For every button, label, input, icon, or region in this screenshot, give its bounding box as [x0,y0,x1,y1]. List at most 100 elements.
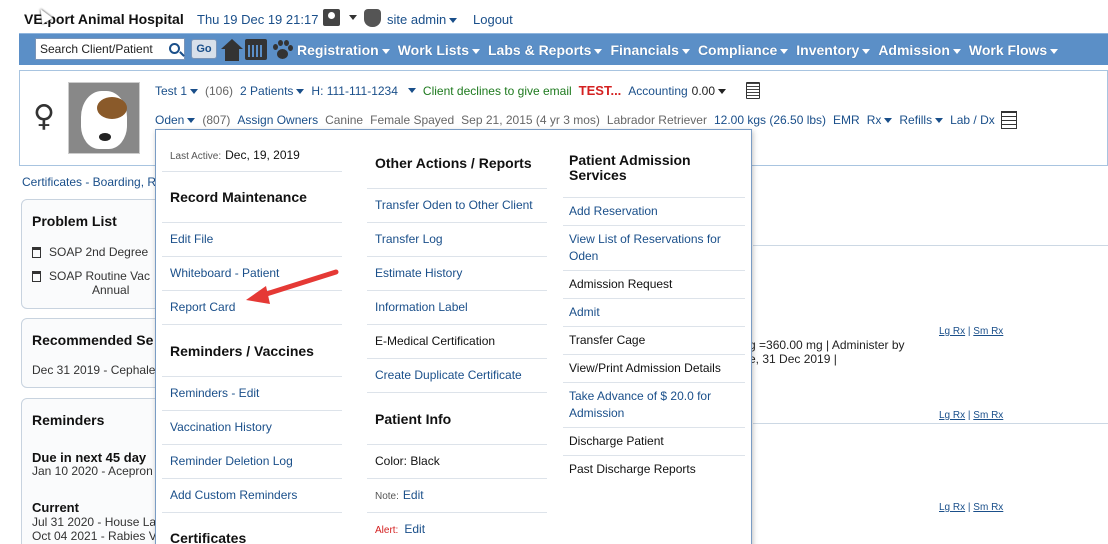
recommended-title: Recommended Se [32,332,154,348]
e-medical-certification-link[interactable]: E-Medical Certification [375,334,495,348]
sm-rx-link[interactable]: Sm Rx [973,410,1003,421]
patient-note: Note: Edit [375,488,424,502]
take-advance-link[interactable]: Admission [569,406,624,420]
edit-alert-link[interactable]: Edit [404,522,425,536]
last-active-label: Last Active: [170,151,222,162]
nav-label: Work Lists [397,42,469,58]
chevron-down-icon[interactable] [349,15,357,20]
chevron-down-icon [681,48,690,54]
logout-link[interactable]: Logout [473,12,513,27]
chevron-down-icon [187,118,196,124]
search-icon[interactable] [169,43,180,54]
sm-rx-link[interactable]: Sm Rx [973,502,1003,513]
divider [367,188,547,189]
problem-item[interactable]: SOAP Routine Vac [32,269,150,283]
emr-link[interactable]: EMR [833,113,860,127]
assign-owners-link[interactable]: Assign Owners [237,113,318,127]
home-icon[interactable] [221,39,243,61]
nav-inventory[interactable]: Inventory [796,42,871,58]
nav-work-lists[interactable]: Work Lists [398,42,480,58]
client-info-row: Test 1 (106) 2 Patients H: 111-111-1234 … [155,82,761,99]
lg-rx-link[interactable]: Lg Rx [939,502,965,513]
nav-registration[interactable]: Registration [297,42,390,58]
chevron-down-icon [780,48,789,54]
user-icon[interactable] [323,9,340,26]
patient-id: (807) [202,113,231,127]
other-actions-heading: Other Actions / Reports [375,155,532,171]
divider [367,392,547,393]
chevron-down-icon [718,88,727,94]
estimate-history-link[interactable]: Estimate History [375,266,462,280]
view-reservations-link[interactable]: View List of Reservations for [569,232,721,246]
transfer-cage-link[interactable]: Transfer Cage [569,333,645,347]
last-active-value: Dec, 19, 2019 [225,148,300,162]
accounting-balance-menu[interactable]: 0.00 [692,84,727,98]
user-menu[interactable]: site admin [387,12,458,27]
patients-menu[interactable]: 2 Patients [240,84,305,98]
trash-icon[interactable] [32,271,41,283]
recommended-item[interactable]: Dec 31 2019 - Cephale [32,363,155,377]
chevron-down-icon[interactable] [407,88,416,93]
shield-icon [364,9,381,27]
admit-link[interactable]: Admit [569,305,600,319]
phone-link[interactable]: H: 111-111-1234 [311,84,398,98]
reminder-item[interactable]: Oct 04 2021 - Rabies V [32,529,157,543]
create-duplicate-certificate-link[interactable]: Create Duplicate Certificate [375,368,522,382]
search-input[interactable] [36,39,156,59]
reminder-item[interactable]: Jan 10 2020 - Acepron [32,464,153,478]
calculator-icon[interactable] [746,82,761,99]
divider [367,358,547,359]
divider [367,222,547,223]
patient-breed: Labrador Retriever [606,113,707,127]
client-name-menu[interactable]: Test 1 [155,84,199,98]
patient-weight[interactable]: 12.00 kgs (26.50 lbs) [714,113,826,127]
information-label-link[interactable]: Information Label [375,300,468,314]
calendar-icon[interactable] [245,39,267,60]
nav-financials[interactable]: Financials [610,42,690,58]
divider [563,225,745,226]
paw-icon[interactable] [271,39,293,61]
lab-dx-link[interactable]: Lab / Dx [950,113,995,127]
patient-photo[interactable] [68,82,140,154]
view-print-admission-link[interactable]: View/Print Admission Details [569,361,721,375]
nav-work-flows[interactable]: Work Flows [969,42,1059,58]
view-reservations-link[interactable]: Oden [569,249,598,263]
edit-note-link[interactable]: Edit [403,488,424,502]
edit-file-link[interactable]: Edit File [170,232,213,246]
admission-request-link[interactable]: Admission Request [569,277,672,291]
rx-menu[interactable]: Rx [867,113,893,127]
transfer-to-client-link[interactable]: Transfer Oden to Other Client [375,198,533,212]
nav-labs-reports[interactable]: Labs & Reports [488,42,603,58]
discharge-patient-link[interactable]: Discharge Patient [569,434,664,448]
nav-compliance[interactable]: Compliance [698,42,789,58]
top-bar: VEtport Animal Hospital Thu 19 Dec 19 21… [0,0,1108,36]
refills-menu[interactable]: Refills [899,113,944,127]
past-discharge-reports-link[interactable]: Past Discharge Reports [569,462,696,476]
divider [563,455,745,456]
divider [563,270,745,271]
certificates-link[interactable]: Certificates - Boarding, R [22,175,156,189]
patient-name-menu[interactable]: Oden [155,113,196,127]
lg-rx-link[interactable]: Lg Rx [939,326,965,337]
trash-icon[interactable] [32,247,41,259]
reminder-deletion-log-link[interactable]: Reminder Deletion Log [170,454,293,468]
accounting-link[interactable]: Accounting [628,84,687,98]
nav-label: Admission [878,42,950,58]
add-reservation-link[interactable]: Add Reservation [569,204,658,218]
transfer-log-link[interactable]: Transfer Log [375,232,443,246]
vaccination-history-link[interactable]: Vaccination History [170,420,272,434]
reminder-item[interactable]: Jul 31 2020 - House La [32,515,156,529]
nav-admission[interactable]: Admission [878,42,961,58]
add-custom-reminders-link[interactable]: Add Custom Reminders [170,488,297,502]
problem-item[interactable]: SOAP 2nd Degree [32,245,148,259]
report-card-link[interactable]: Report Card [170,300,235,314]
take-advance-link[interactable]: Take Advance of $ 20.0 for [569,389,711,403]
test-flag[interactable]: TEST... [579,83,622,98]
lg-rx-link[interactable]: Lg Rx [939,410,965,421]
chevron-down-icon [190,88,199,94]
go-button[interactable]: Go [191,39,217,59]
clipboard-icon[interactable] [1000,111,1017,129]
sm-rx-link[interactable]: Sm Rx [973,326,1003,337]
reminders-edit-link[interactable]: Reminders - Edit [170,386,259,400]
divider [367,444,547,445]
